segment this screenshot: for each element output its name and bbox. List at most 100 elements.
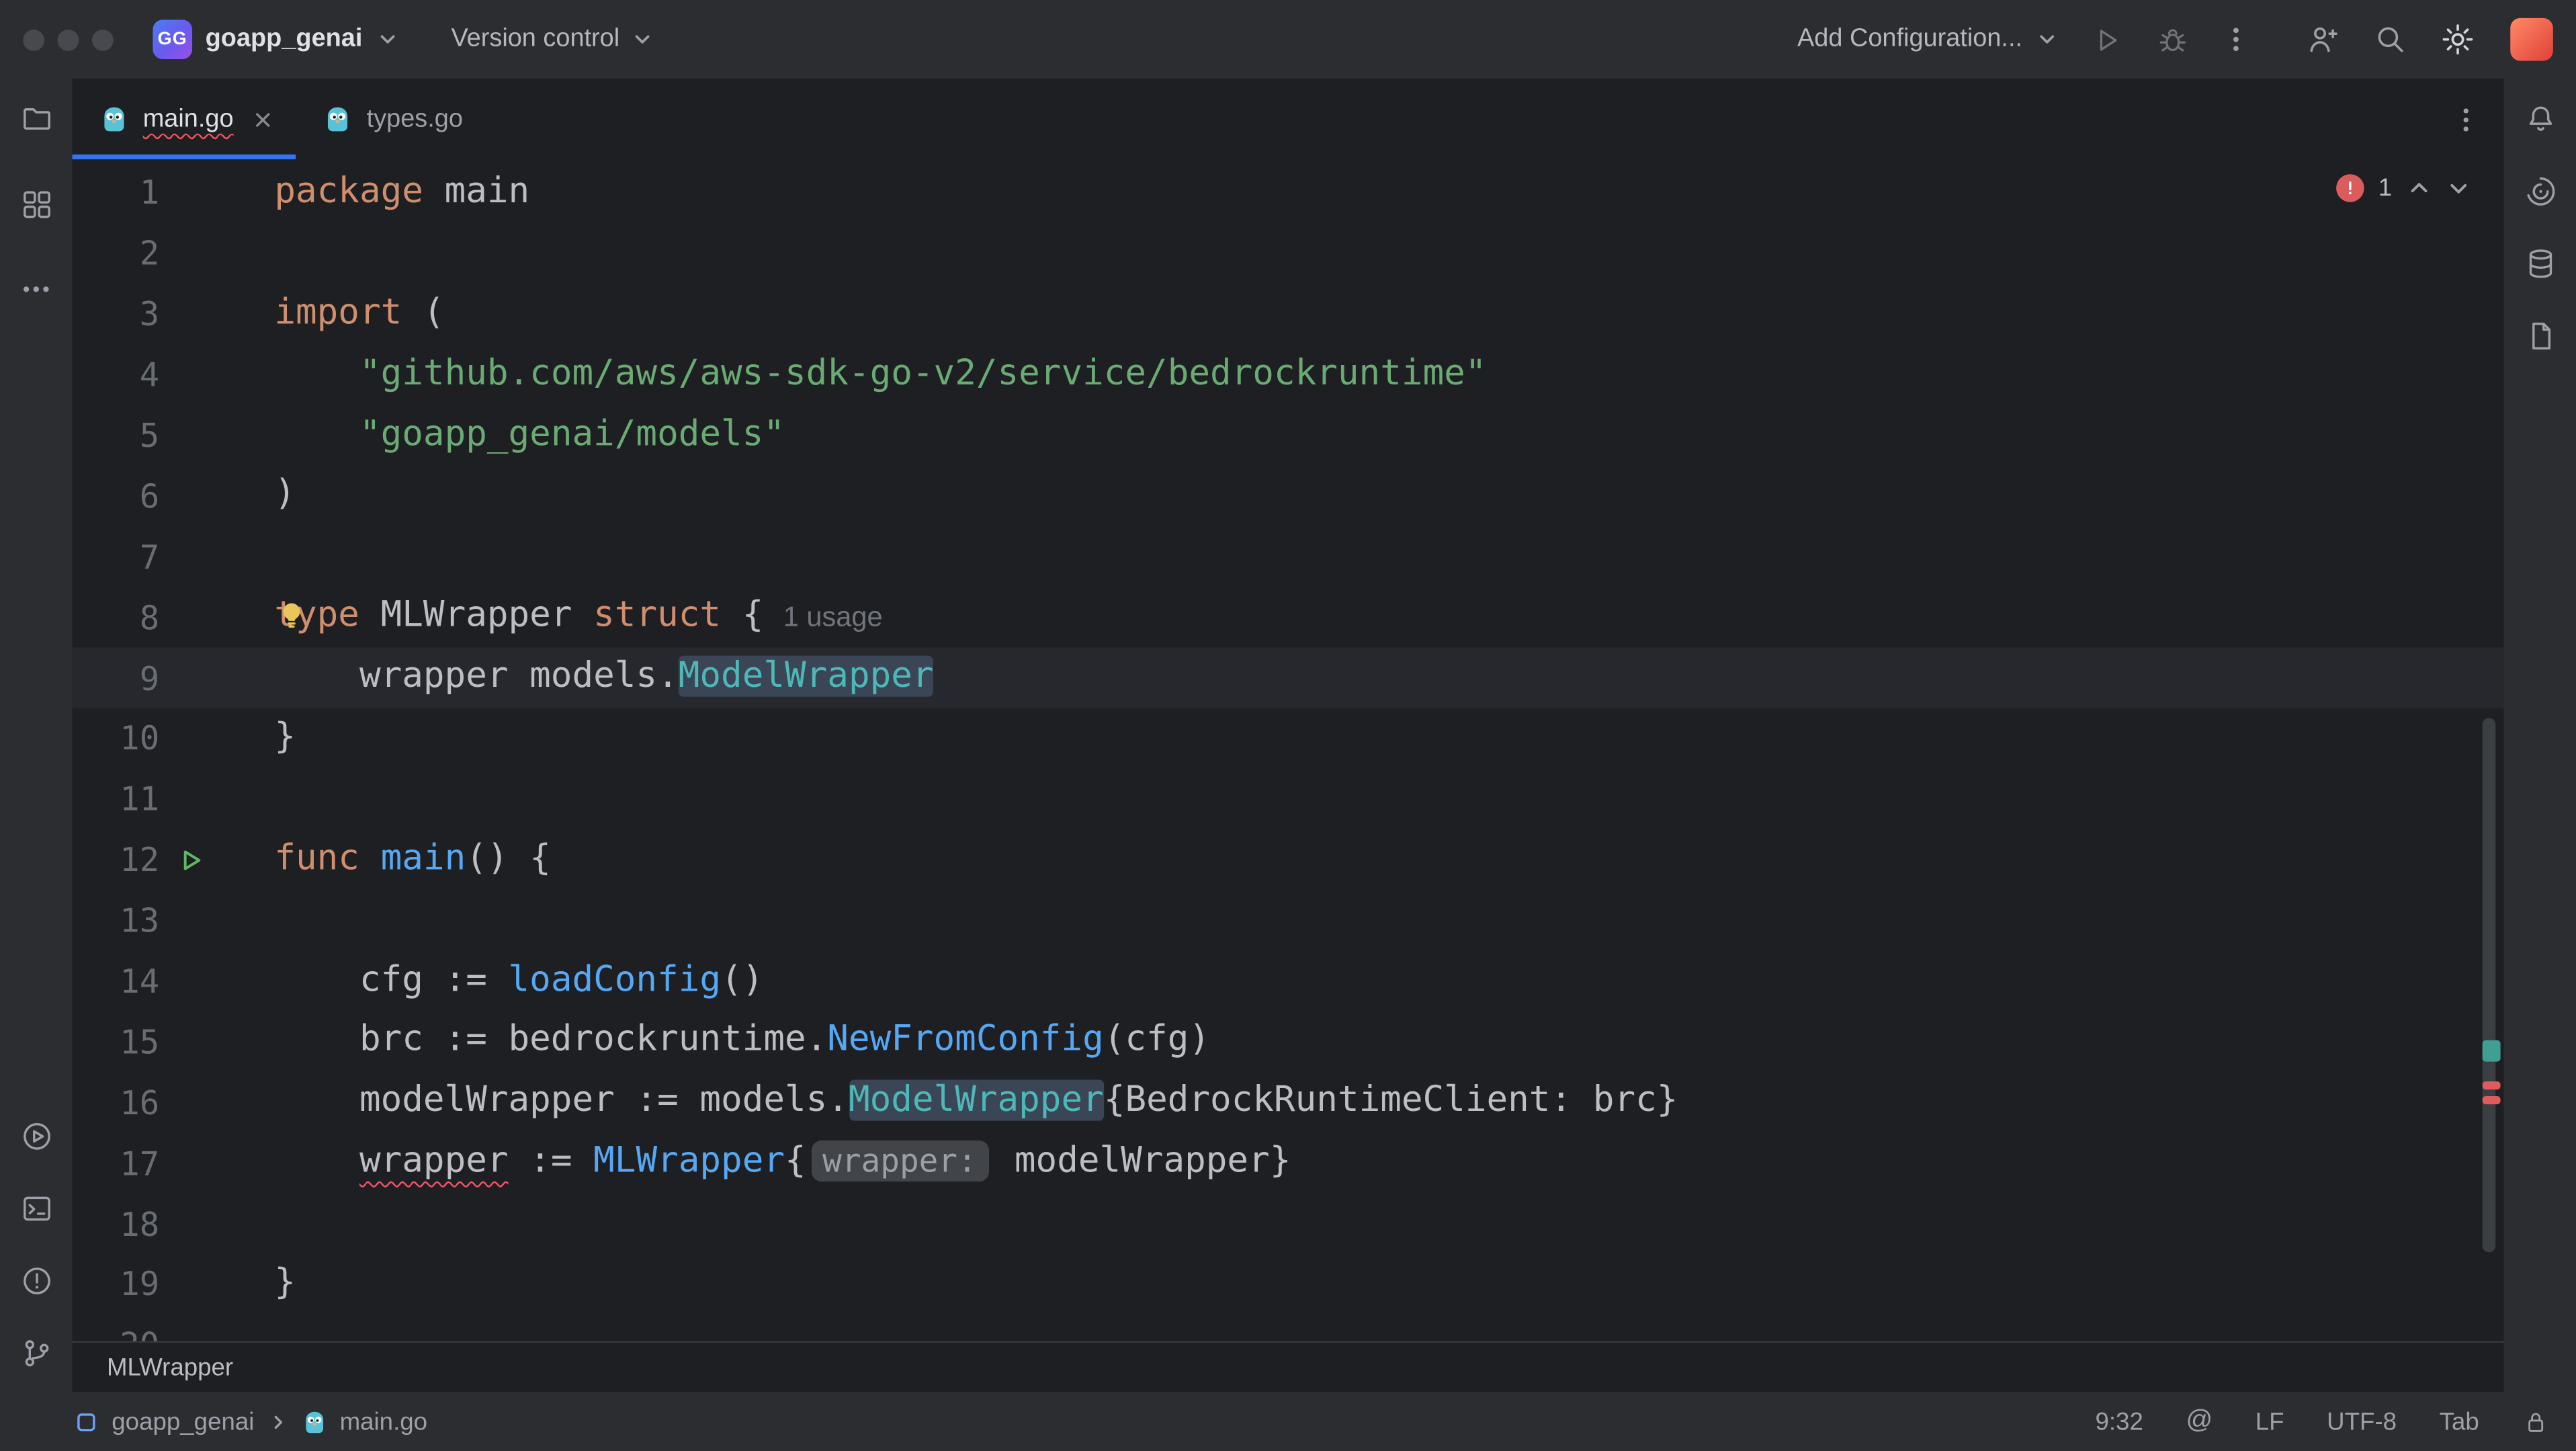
- structure-tool-icon[interactable]: [7, 174, 66, 233]
- project-tool-icon[interactable]: [7, 89, 66, 148]
- code-with-me-add-user-icon[interactable]: [2305, 22, 2342, 58]
- user-avatar[interactable]: [2510, 17, 2553, 61]
- code-text: import (: [274, 284, 444, 344]
- code-line[interactable]: 13: [73, 890, 2504, 951]
- run-line-icon[interactable]: [179, 847, 204, 872]
- code-text: brc := bedrockruntime.NewFromConfig(cfg): [274, 1011, 1210, 1072]
- go-file-icon: [100, 105, 128, 133]
- git-branch-tool-icon[interactable]: [7, 1323, 66, 1382]
- line-number: 14: [120, 961, 160, 1001]
- code-line[interactable]: 6): [73, 466, 2504, 526]
- line-number: 12: [120, 840, 160, 880]
- editor-column: main.go types.go 1 package main 2 3 import (…: [72, 79, 2504, 1393]
- code-token: () {: [466, 837, 551, 879]
- line-number: 8: [139, 597, 160, 637]
- window-zoom-button[interactable]: [91, 28, 114, 50]
- code-token: 1 usage: [783, 602, 883, 633]
- run-button[interactable]: [2090, 22, 2124, 56]
- code-editor[interactable]: 1 package main 2 3 import (4 "github.com/aws…: [72, 159, 2504, 1341]
- code-text: modelWrapper := models.ModelWrapper{Bedr…: [274, 1072, 1678, 1132]
- terminal-tool-icon[interactable]: [7, 1178, 66, 1237]
- code-token: wrapper: [359, 1141, 509, 1182]
- more-tool-windows-icon[interactable]: [7, 259, 66, 319]
- breadcrumb-project[interactable]: goapp_genai: [112, 1407, 254, 1436]
- code-line[interactable]: 10}: [73, 708, 2504, 769]
- code-line[interactable]: 19}: [73, 1254, 2504, 1315]
- code-line[interactable]: 12 func main() {: [73, 829, 2504, 890]
- code-line[interactable]: 4 "github.com/aws/aws-sdk-go-v2/service/…: [73, 345, 2504, 405]
- code-token: import: [274, 292, 402, 333]
- inspection-widget[interactable]: 1: [2335, 174, 2471, 202]
- breadcrumb[interactable]: goapp_genai main.go: [74, 1407, 427, 1436]
- code-token: func: [274, 837, 359, 879]
- notifications-bell-icon[interactable]: [2510, 89, 2569, 148]
- settings-gear-icon[interactable]: [2440, 22, 2476, 58]
- code-line[interactable]: 3 import (: [73, 284, 2504, 344]
- code-token: ModelWrapper: [678, 655, 934, 698]
- code-token: {BedrockRuntimeClient: brc}: [1103, 1080, 1678, 1122]
- vcs-widget[interactable]: Version control: [451, 25, 654, 54]
- intention-bulb-icon[interactable]: [276, 599, 307, 630]
- editor-tab-bar: main.go types.go: [72, 79, 2504, 160]
- project-widget[interactable]: GG goapp_genai: [143, 13, 409, 66]
- tab-label: main.go: [142, 104, 234, 132]
- editor-scrollbar-thumb[interactable]: [2482, 718, 2496, 1253]
- tab-types-go[interactable]: types.go: [296, 79, 484, 159]
- code-line[interactable]: 7: [73, 526, 2504, 587]
- documentation-tool-icon[interactable]: [2510, 306, 2569, 365]
- tab-main-go[interactable]: main.go: [72, 79, 296, 160]
- lock-readonly-icon[interactable]: [2522, 1407, 2550, 1436]
- code-token: {: [721, 595, 764, 636]
- code-line[interactable]: 11: [73, 769, 2504, 829]
- scrollbar-error-mark: [2482, 1081, 2501, 1090]
- run-configuration-selector[interactable]: Add Configuration...: [1797, 25, 2059, 54]
- debug-button[interactable]: [2155, 22, 2190, 56]
- code-line[interactable]: 1 package main: [73, 163, 2504, 223]
- scrollbar-error-mark: [2482, 1095, 2501, 1105]
- project-name: goapp_genai: [205, 24, 363, 53]
- code-line[interactable]: 15 brc := bedrockruntime.NewFromConfig(c…: [73, 1011, 2504, 1072]
- code-line[interactable]: 18: [73, 1194, 2504, 1254]
- code-line[interactable]: 9 wrapper models.ModelWrapper: [72, 647, 2504, 708]
- context-breadcrumb-bar[interactable]: MLWrapper: [72, 1341, 2504, 1393]
- code-token: ModelWrapper: [848, 1080, 1104, 1122]
- code-token: struct: [593, 595, 722, 636]
- code-line[interactable]: 5 "goapp_genai/models": [73, 405, 2504, 466]
- ai-assistant-icon[interactable]: [2510, 161, 2569, 220]
- caret-position-widget[interactable]: 9:32: [2095, 1407, 2143, 1436]
- services-tool-icon[interactable]: [7, 1106, 66, 1165]
- line-separator-widget[interactable]: LF: [2256, 1407, 2284, 1436]
- code-line[interactable]: 17 wrapper := MLWrapper{wrapper: modelWr…: [73, 1132, 2504, 1193]
- code-line[interactable]: 16 modelWrapper := models.ModelWrapper{B…: [73, 1072, 2504, 1132]
- window-close-button[interactable]: [23, 28, 45, 50]
- prev-problem-chevron-up-icon[interactable]: [2407, 176, 2432, 201]
- code-line[interactable]: 20: [73, 1315, 2504, 1341]
- code-line[interactable]: 8 type MLWrapper struct {1 usage: [73, 587, 2504, 648]
- code-token: ): [274, 474, 296, 515]
- line-number: 1: [139, 173, 160, 213]
- window-minimize-button[interactable]: [57, 28, 79, 50]
- main-area: main.go types.go 1 package main 2 3 import (…: [0, 79, 2576, 1393]
- scrollbar-usage-mark: [2482, 1040, 2501, 1062]
- code-token: (): [721, 958, 764, 1001]
- chevron-down-icon: [631, 28, 654, 51]
- database-tool-icon[interactable]: [2510, 233, 2569, 292]
- indent-widget[interactable]: Tab: [2440, 1407, 2479, 1436]
- search-everywhere-icon[interactable]: [2372, 22, 2409, 58]
- breadcrumb-file[interactable]: main.go: [340, 1407, 428, 1436]
- code-text: package main: [274, 163, 529, 223]
- tab-options-kebab-icon[interactable]: [2451, 104, 2481, 134]
- tab-close-icon[interactable]: [251, 108, 274, 130]
- encoding-widget[interactable]: UTF-8: [2327, 1407, 2397, 1436]
- annotation-at-icon[interactable]: @: [2186, 1407, 2213, 1436]
- code-line[interactable]: 2: [73, 223, 2504, 284]
- code-line[interactable]: 14 cfg := loadConfig(): [73, 951, 2504, 1011]
- next-problem-chevron-down-icon[interactable]: [2446, 176, 2471, 201]
- code-text: "github.com/aws/aws-sdk-go-v2/service/be…: [274, 345, 1487, 405]
- line-number: 17: [120, 1143, 160, 1183]
- more-actions-kebab-icon[interactable]: [2221, 25, 2251, 54]
- line-number: 7: [139, 537, 160, 577]
- window-controls[interactable]: [23, 28, 114, 50]
- problems-tool-icon[interactable]: [7, 1251, 66, 1310]
